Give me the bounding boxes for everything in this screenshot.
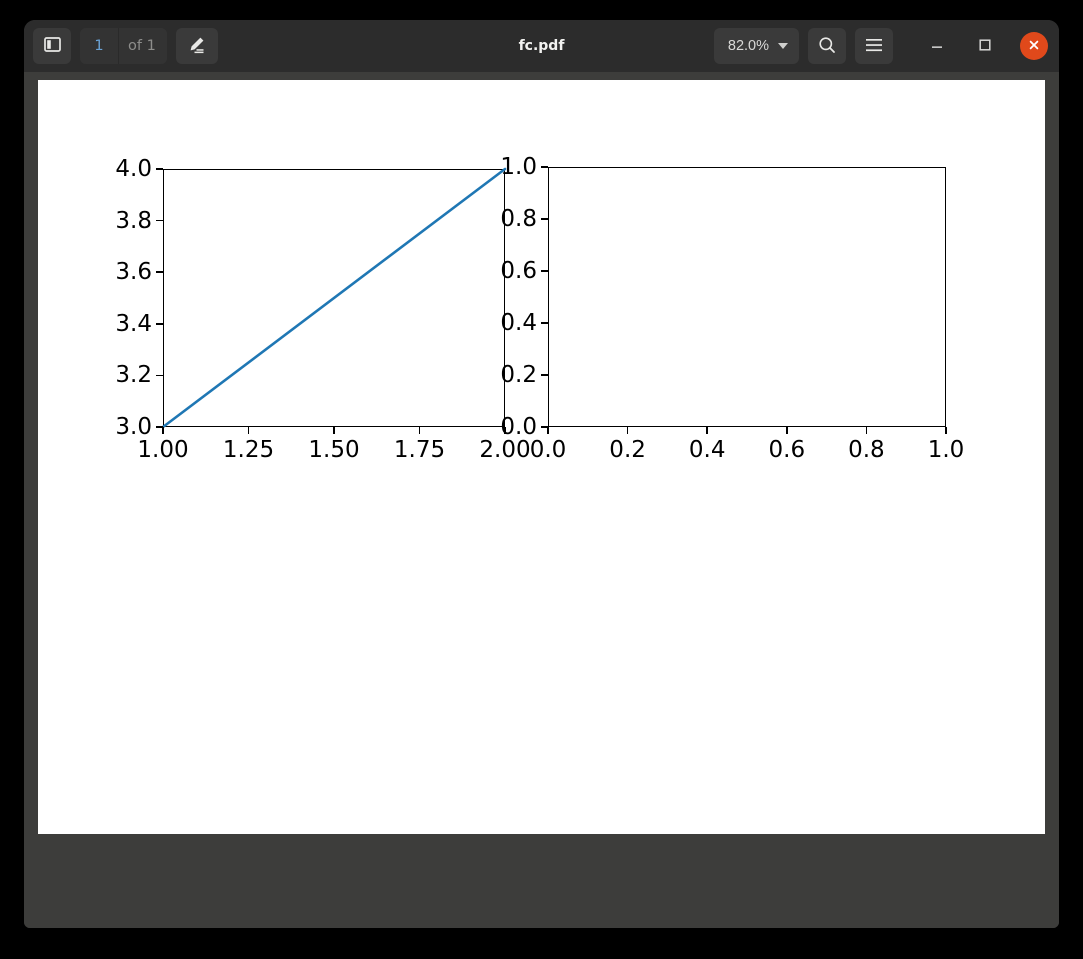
- chevron-down-icon: [778, 43, 788, 49]
- y-tick-mark: [541, 218, 548, 220]
- search-icon: [818, 36, 836, 57]
- x-tick-label: 2.00: [479, 437, 531, 463]
- x-tick-mark: [706, 427, 708, 434]
- minimize-icon: [930, 38, 944, 55]
- y-tick-mark: [156, 219, 163, 222]
- sidebar-toggle-icon: [43, 37, 61, 55]
- y-tick-mark: [156, 374, 163, 377]
- y-tick-mark: [541, 426, 548, 428]
- y-tick-label: 3.2: [115, 362, 152, 389]
- maximize-button[interactable]: [972, 33, 998, 59]
- y-tick-mark: [541, 166, 548, 168]
- page-navigation-group: of 1: [80, 28, 167, 64]
- x-tick-mark: [418, 427, 421, 434]
- x-tick-mark: [547, 427, 549, 434]
- x-tick-label: 1.0: [927, 437, 965, 463]
- x-tick-label: 0.6: [768, 437, 806, 463]
- y-tick-label: 1.0: [500, 154, 537, 180]
- y-tick-label: 0.0: [500, 414, 537, 440]
- y-tick-label: 0.4: [500, 310, 537, 336]
- x-tick-mark: [626, 427, 629, 434]
- x-tick-mark: [945, 427, 947, 434]
- x-tick-label: 0.0: [529, 437, 567, 463]
- y-tick-mark: [541, 270, 548, 272]
- maximize-icon: [978, 38, 992, 55]
- y-tick-mark: [156, 323, 163, 325]
- page-number-input[interactable]: [80, 28, 118, 64]
- sidebar-toggle-button[interactable]: [33, 28, 71, 64]
- chart-left-line-series: [161, 167, 507, 429]
- pdf-viewer-window: of 1 fc.pdf 82.0%: [24, 20, 1059, 928]
- y-tick-mark: [541, 322, 548, 324]
- y-tick-mark: [156, 271, 163, 273]
- x-tick-label: 0.8: [848, 437, 885, 463]
- x-tick-label: 1.75: [393, 437, 446, 463]
- x-tick-label: 1.00: [137, 437, 189, 463]
- line-path: [161, 167, 507, 429]
- y-tick-label: 0.2: [500, 362, 537, 388]
- pen-edit-icon: [187, 36, 206, 57]
- document-viewport[interactable]: 1.00 1.25 1.50 1.75 2.00 3.0 3.2 3.4 3.6 3.8 4.0 …: [24, 72, 1059, 928]
- zoom-level-label: 82.0%: [727, 38, 769, 54]
- x-tick-mark: [786, 427, 788, 434]
- zoom-level-selector[interactable]: 82.0%: [713, 28, 799, 64]
- annotate-button[interactable]: [175, 28, 218, 64]
- x-tick-mark: [162, 427, 164, 434]
- matplotlib-figure: 1.00 1.25 1.50 1.75 2.00 3.0 3.2 3.4 3.6 3.8 4.0 …: [38, 80, 1045, 834]
- search-button[interactable]: [808, 28, 846, 64]
- x-tick-mark: [865, 427, 868, 434]
- x-tick-label: 0.2: [609, 437, 646, 463]
- y-tick-mark: [156, 168, 163, 170]
- titlebar-right-controls: 82.0%: [713, 28, 1050, 64]
- x-tick-mark: [333, 427, 335, 434]
- minimize-button[interactable]: [924, 33, 950, 59]
- x-tick-label: 1.25: [222, 437, 275, 463]
- page-count-label: of 1: [118, 28, 167, 64]
- close-button[interactable]: [1020, 32, 1048, 60]
- y-tick-label: 0.6: [500, 258, 537, 284]
- y-tick-label: 3.0: [115, 414, 152, 440]
- x-tick-label: 0.4: [688, 437, 726, 463]
- chart-right-frame: [548, 167, 946, 427]
- window-titlebar: of 1 fc.pdf 82.0%: [24, 20, 1059, 72]
- x-tick-mark: [247, 427, 250, 434]
- y-tick-label: 3.6: [115, 259, 152, 286]
- y-tick-mark: [156, 426, 163, 428]
- y-tick-mark: [541, 374, 548, 376]
- main-menu-button[interactable]: [855, 28, 893, 64]
- hamburger-menu-icon: [865, 38, 883, 55]
- pdf-page: 1.00 1.25 1.50 1.75 2.00 3.0 3.2 3.4 3.6 3.8 4.0 …: [38, 80, 1045, 834]
- close-icon: [1027, 38, 1041, 55]
- chart-right-axes: 0.0 0.2 0.4 0.6 0.8 1.0 0.0 0.2 0.4 0.6 0.8 1.0: [500, 154, 964, 463]
- x-tick-label: 1.50: [308, 437, 360, 463]
- y-tick-label: 0.8: [500, 206, 537, 232]
- y-tick-label: 3.4: [115, 310, 152, 337]
- y-tick-label: 3.8: [115, 207, 152, 234]
- chart-left-axes: 1.00 1.25 1.50 1.75 2.00 3.0 3.2 3.4 3.6 3.8 4.0: [115, 156, 530, 463]
- y-tick-label: 4.0: [115, 156, 152, 182]
